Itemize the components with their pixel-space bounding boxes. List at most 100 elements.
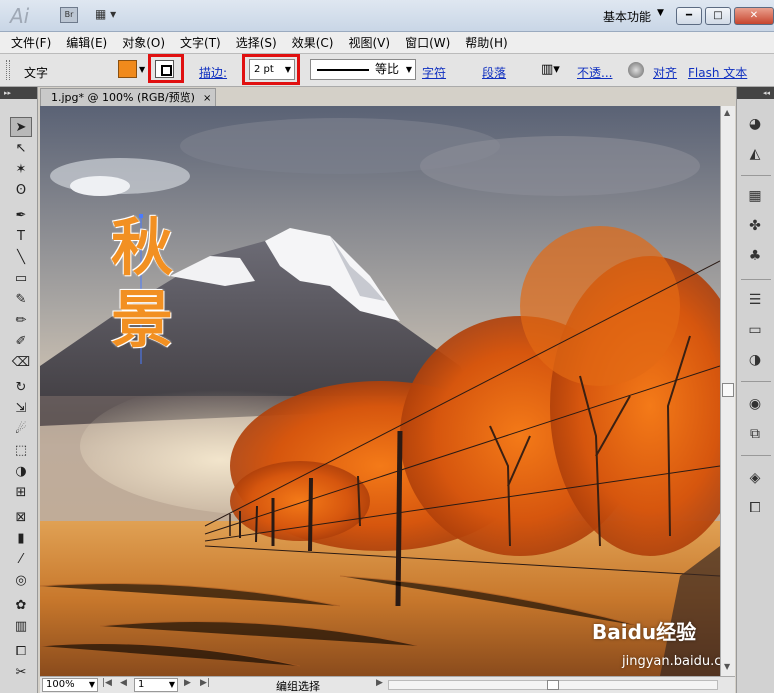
- status-mode-text[interactable]: 编组选择: [276, 678, 320, 693]
- close-button[interactable]: ✕: [734, 7, 774, 25]
- title-bar: Ai Br ▦ ▾ 基本功能 ▼ ━ □ ✕: [0, 0, 774, 32]
- artboard-tool-icon[interactable]: ⧠: [10, 641, 32, 661]
- transparency-panel-icon[interactable]: ◑: [745, 351, 765, 369]
- tools-panel: ▸▸ ➤ ↖ ✶ ʘ ✒ T ╲ ▭ ✎ ✏ ✐ ⌫ ↻ ⇲ ☄ ⬚ ◑ ⊞ ⊠…: [0, 87, 38, 693]
- brushes-panel-icon[interactable]: ✤: [745, 217, 765, 235]
- last-artboard-icon[interactable]: ▶|: [200, 678, 210, 688]
- line-tool-icon[interactable]: ╲: [10, 247, 32, 267]
- chevron-down-icon[interactable]: ▼: [657, 8, 664, 18]
- rotate-tool-icon[interactable]: ↻: [10, 377, 32, 397]
- slice-tool-icon[interactable]: ✂: [10, 662, 32, 682]
- close-icon[interactable]: ×: [203, 93, 211, 104]
- artboards-panel-icon[interactable]: ⧠: [745, 499, 765, 517]
- maximize-button[interactable]: □: [705, 7, 731, 25]
- character-panel-link[interactable]: 字符: [422, 64, 446, 81]
- eyedropper-tool-icon[interactable]: ⁄: [10, 549, 32, 569]
- collapse-icon[interactable]: ◂◂: [737, 87, 774, 99]
- autumn-title-text[interactable]: 秋 景: [102, 212, 182, 356]
- status-bar: 100% ▼ |◀ ◀ 1 ▼ ▶ ▶| 编组选择 ▶: [40, 676, 735, 693]
- direct-selection-tool-icon[interactable]: ↖: [10, 138, 32, 158]
- scrollbar-thumb[interactable]: [722, 383, 734, 397]
- lasso-tool-icon[interactable]: ʘ: [10, 180, 32, 200]
- workspace-switcher[interactable]: 基本功能: [603, 8, 651, 25]
- free-transform-tool-icon[interactable]: ⬚: [10, 440, 32, 460]
- menu-edit[interactable]: 编辑(E): [66, 34, 107, 51]
- horizontal-scrollbar[interactable]: [388, 680, 718, 690]
- opacity-link[interactable]: 不透...: [577, 64, 612, 81]
- menu-window[interactable]: 窗口(W): [405, 34, 450, 51]
- gradient-panel-icon[interactable]: ▭: [745, 321, 765, 339]
- shape-builder-tool-icon[interactable]: ◑: [10, 461, 32, 481]
- paragraph-panel-link[interactable]: 段落: [482, 64, 506, 81]
- artboard-number-field[interactable]: 1 ▼: [134, 678, 178, 692]
- status-menu-icon[interactable]: ▶: [376, 678, 383, 688]
- blend-tool-icon[interactable]: ◎: [10, 570, 32, 590]
- scale-tool-icon[interactable]: ⇲: [10, 398, 32, 418]
- divider: [741, 175, 771, 176]
- minimize-button[interactable]: ━: [676, 7, 702, 25]
- rectangle-tool-icon[interactable]: ▭: [10, 268, 32, 288]
- color-panel-icon[interactable]: ◕: [745, 115, 765, 133]
- selection-tool-icon[interactable]: ➤: [10, 117, 32, 137]
- menu-effect[interactable]: 效果(C): [292, 34, 334, 51]
- fill-color-swatch[interactable]: [118, 60, 137, 78]
- menu-select[interactable]: 选择(S): [236, 34, 277, 51]
- appearance-panel-icon[interactable]: ◉: [745, 395, 765, 413]
- next-artboard-icon[interactable]: ▶: [184, 678, 191, 688]
- control-bar: 文字 ▼ 描边: 2 pt ▼ 等比 ▼ 字符 段落 ▥▾ 不透... 对齐 Fla…: [0, 54, 774, 87]
- variable-width-profile[interactable]: 等比 ▼: [310, 59, 416, 80]
- zoom-value: 100%: [46, 679, 75, 690]
- stroke-link[interactable]: 描边:: [199, 64, 227, 81]
- chevron-down-icon[interactable]: ▼: [406, 60, 412, 79]
- menu-type[interactable]: 文字(T): [180, 34, 221, 51]
- menu-help[interactable]: 帮助(H): [465, 34, 507, 51]
- title-char-2: 景: [110, 283, 173, 356]
- symbol-sprayer-tool-icon[interactable]: ✿: [10, 595, 32, 615]
- blob-brush-tool-icon[interactable]: ✐: [10, 331, 32, 351]
- warp-tool-icon[interactable]: ☄: [10, 419, 32, 439]
- eraser-tool-icon[interactable]: ⌫: [10, 352, 32, 372]
- arrange-documents-button[interactable]: ▦ ▾: [95, 7, 123, 23]
- previous-artboard-icon[interactable]: ◀: [120, 678, 127, 688]
- menu-object[interactable]: 对象(O): [122, 34, 165, 51]
- layers-panel-icon[interactable]: ◈: [745, 469, 765, 487]
- document-tab[interactable]: 1.jpg* @ 100% (RGB/预览) ×: [40, 88, 216, 106]
- chevron-down-icon[interactable]: ▼: [89, 679, 95, 691]
- scroll-down-icon[interactable]: ▼: [724, 662, 730, 671]
- bridge-button[interactable]: Br: [60, 7, 78, 23]
- type-tool-icon[interactable]: T: [10, 226, 32, 246]
- flash-text-link[interactable]: Flash 文本: [688, 64, 747, 81]
- pen-tool-icon[interactable]: ✒: [10, 205, 32, 225]
- perspective-grid-tool-icon[interactable]: ⊞: [10, 482, 32, 502]
- mesh-tool-icon[interactable]: ⊠: [10, 507, 32, 527]
- chevron-down-icon[interactable]: ▼: [169, 679, 175, 691]
- panel-grip[interactable]: [6, 60, 10, 80]
- artboard-canvas[interactable]: 秋 景 Baidu经验 jingyan.baidu.com: [40, 106, 720, 676]
- horizontal-scrollbar-thumb[interactable]: [547, 680, 559, 690]
- panel-dock: ◂◂ ◕ ◭ ▦ ✤ ♣ ☰ ▭ ◑ ◉ ⧉ ◈ ⧠: [736, 87, 774, 693]
- autumn-landscape-image: [40, 106, 720, 676]
- align-link[interactable]: 对齐: [653, 64, 677, 81]
- chevron-down-icon[interactable]: ▼: [139, 65, 145, 74]
- paintbrush-tool-icon[interactable]: ✎: [10, 289, 32, 309]
- first-artboard-icon[interactable]: |◀: [102, 678, 112, 688]
- baidu-watermark-logo: Baidu经验: [592, 620, 697, 644]
- illustrator-logo: Ai: [10, 4, 30, 28]
- zoom-level-field[interactable]: 100% ▼: [42, 678, 98, 692]
- magic-wand-tool-icon[interactable]: ✶: [10, 159, 32, 179]
- color-guide-panel-icon[interactable]: ◭: [745, 145, 765, 163]
- scroll-up-icon[interactable]: ▲: [724, 108, 730, 117]
- recolor-artwork-icon[interactable]: [628, 62, 644, 78]
- menu-file[interactable]: 文件(F): [11, 34, 51, 51]
- graphic-styles-panel-icon[interactable]: ⧉: [745, 425, 765, 443]
- swatches-panel-icon[interactable]: ▦: [745, 187, 765, 205]
- pencil-tool-icon[interactable]: ✏: [10, 310, 32, 330]
- stroke-panel-icon[interactable]: ☰: [745, 291, 765, 309]
- menu-view[interactable]: 视图(V): [348, 34, 390, 51]
- gradient-tool-icon[interactable]: ▮: [10, 528, 32, 548]
- brush-definition-icon[interactable]: ▥▾: [541, 62, 560, 77]
- collapse-icon[interactable]: ▸▸: [0, 87, 37, 99]
- symbols-panel-icon[interactable]: ♣: [745, 247, 765, 265]
- vertical-scrollbar[interactable]: ▲ ▼: [720, 106, 735, 676]
- column-graph-tool-icon[interactable]: ▥: [10, 616, 32, 636]
